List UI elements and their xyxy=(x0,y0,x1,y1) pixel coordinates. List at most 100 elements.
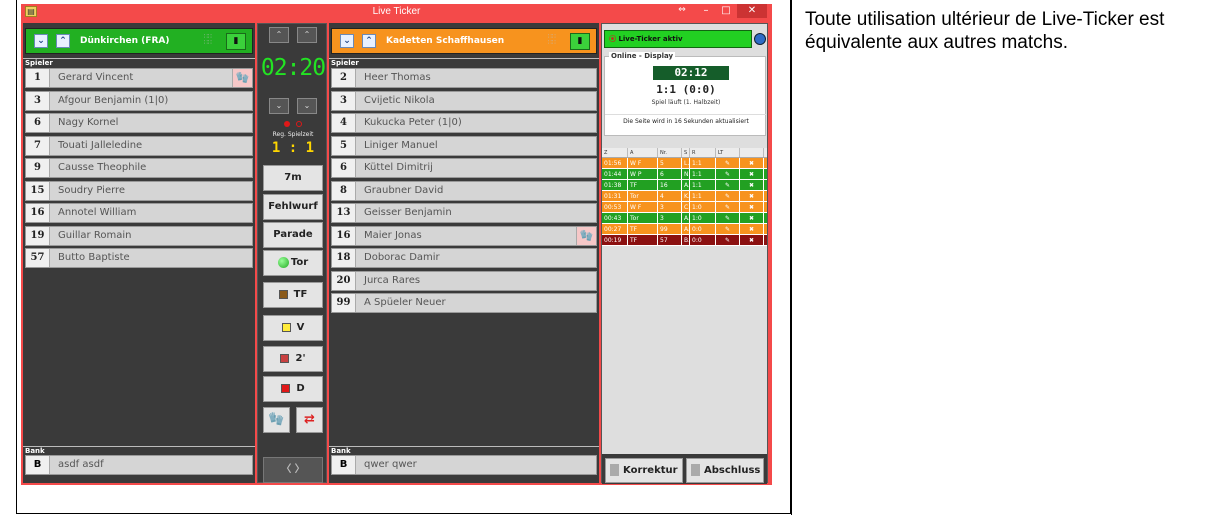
player-row[interactable]: 1 Gerard Vincent 🧤 xyxy=(25,68,253,88)
publish-icon[interactable]: ✎ xyxy=(716,169,740,179)
bank-section-label: Bank xyxy=(23,446,255,455)
collapse-icon[interactable]: ⌄ xyxy=(34,34,48,48)
globe-icon[interactable] xyxy=(754,33,766,45)
publish-icon[interactable]: ✎ xyxy=(716,180,740,190)
goalkeeper-icon[interactable]: 🧤 xyxy=(576,226,596,245)
maximize-button[interactable]: □ xyxy=(717,4,735,18)
event-row[interactable]: 00:53 W F 3 C. 1:0 ✎ ✖ xyxy=(602,202,767,213)
d-label: D xyxy=(296,383,305,394)
time-down-icon[interactable]: ⌄ xyxy=(269,98,289,114)
publish-icon[interactable]: ✎ xyxy=(716,158,740,168)
player-row[interactable]: 3 Cvijetic Nikola xyxy=(331,90,597,111)
online-display-label: Online - Display xyxy=(609,52,676,60)
warning-button[interactable]: V xyxy=(263,315,323,341)
player-row[interactable]: 57 Butto Baptiste xyxy=(25,248,253,268)
player-name: Soudry Pierre xyxy=(58,184,126,196)
two-minutes-button[interactable]: 2' xyxy=(263,346,323,372)
delete-icon[interactable]: ✖ xyxy=(740,180,764,190)
substitution-button[interactable]: ⇄ xyxy=(296,407,323,433)
minimize-button[interactable]: – xyxy=(697,4,715,18)
event-row[interactable]: 00:27 TF 99 A. 0:0 ✎ ✖ xyxy=(602,224,767,235)
away-team-header: ⌄ ⌃ Kadetten Schaffhausen ∷∷ ∷∷ ▮ xyxy=(331,28,597,54)
time-up-icon[interactable]: ⌃ xyxy=(269,27,289,43)
bank-row[interactable]: B asdf asdf xyxy=(25,455,253,475)
yellow-card-icon xyxy=(281,322,291,332)
disqualification-button[interactable]: D xyxy=(263,376,323,402)
event-action: W P xyxy=(628,169,658,179)
event-row[interactable]: 01:44 W P 6 N. 1:1 ✎ ✖ xyxy=(602,169,767,180)
delete-icon[interactable]: ✖ xyxy=(740,224,764,234)
event-side: C. xyxy=(684,202,690,212)
col-header: Nr. xyxy=(658,148,682,157)
player-row[interactable]: 5 Liniger Manuel xyxy=(331,135,597,156)
title-bar[interactable]: ▤ Live Ticker ⇔ – □ ✕ xyxy=(21,4,772,20)
close-button[interactable]: ✕ xyxy=(737,4,767,18)
event-row[interactable]: 01:56 W F 5 L. 1:1 ✎ ✖ xyxy=(602,158,767,169)
player-number: 57 xyxy=(26,249,50,267)
delete-icon[interactable]: ✖ xyxy=(740,202,764,212)
publish-icon[interactable]: ✎ xyxy=(716,213,740,223)
player-row[interactable]: 99 A Spüeler Neuer xyxy=(331,293,597,313)
event-row[interactable]: 01:31 Tor 4 K. 1:1 ✎ ✖ xyxy=(602,191,767,202)
delete-icon[interactable]: ✖ xyxy=(740,158,764,168)
time-down-icon[interactable]: ⌄ xyxy=(297,98,317,114)
player-number: 16 xyxy=(332,226,356,245)
expand-icon[interactable]: ⌃ xyxy=(56,34,70,48)
ball-icon xyxy=(277,256,289,268)
korrektur-button[interactable]: Korrektur xyxy=(605,458,683,483)
event-action: TF xyxy=(628,235,658,245)
player-name: Annotel William xyxy=(58,207,137,218)
player-row[interactable]: 20 Jurca Rares xyxy=(331,270,597,291)
publish-icon[interactable]: ✎ xyxy=(716,235,740,245)
resize-icon[interactable]: ⇔ xyxy=(673,4,691,18)
player-row[interactable]: 6 Nagy Kornel xyxy=(25,113,253,133)
bank-name: asdf asdf xyxy=(58,459,104,470)
technical-fault-button[interactable]: TF xyxy=(263,282,323,308)
fehlwurf-button[interactable]: Fehlwurf xyxy=(263,194,323,220)
player-row[interactable]: 6 Küttel Dimitrij xyxy=(331,158,597,178)
delete-icon[interactable]: ✖ xyxy=(740,191,764,201)
collapse-icon[interactable]: ⌄ xyxy=(340,34,354,48)
live-ticker-status[interactable]: ⦿ Live-Ticker aktiv xyxy=(604,30,752,48)
delete-icon[interactable]: ✖ xyxy=(740,235,764,245)
player-row[interactable]: 4 Kukucka Peter (1|0) xyxy=(331,113,597,133)
parade-button[interactable]: Parade xyxy=(263,222,323,248)
bank-row[interactable]: B qwer qwer xyxy=(331,455,597,475)
event-row[interactable]: 01:38 TF 16 A. 1:1 ✎ ✖ xyxy=(602,180,767,191)
team-sheet-icon[interactable]: ▮ xyxy=(226,33,246,50)
goalkeeper-button[interactable]: 🧤 xyxy=(263,407,290,433)
player-row[interactable]: 7 Touati Jalleledine xyxy=(25,135,253,156)
team-sheet-icon[interactable]: ▮ xyxy=(570,33,590,50)
swap-sides-button[interactable]: 〈 〉 xyxy=(263,457,323,483)
tor-button[interactable]: Tor xyxy=(263,250,323,276)
player-row[interactable]: 16 Maier Jonas 🧤 xyxy=(331,225,597,246)
drag-handle-icon[interactable]: ∷∷ ∷∷ xyxy=(204,34,218,48)
player-row[interactable]: 2 Heer Thomas xyxy=(331,68,597,88)
event-row[interactable]: 00:19 TF 57 B. 0:0 ✎ ✖ xyxy=(602,235,767,246)
time-up-icon[interactable]: ⌃ xyxy=(297,27,317,43)
publish-icon[interactable]: ✎ xyxy=(716,224,740,234)
publish-icon[interactable]: ✎ xyxy=(716,202,740,212)
seven-meter-button[interactable]: 7m xyxy=(263,165,323,191)
player-row[interactable]: 9 Causse Theophile xyxy=(25,158,253,178)
two-label: 2' xyxy=(295,353,306,364)
delete-icon[interactable]: ✖ xyxy=(740,213,764,223)
player-row[interactable]: 15 Soudry Pierre xyxy=(25,180,253,201)
player-row[interactable]: 16 Annotel William xyxy=(25,203,253,223)
expand-icon[interactable]: ⌃ xyxy=(362,34,376,48)
player-name: Geisser Benjamin xyxy=(364,207,452,218)
player-row[interactable]: 8 Graubner David xyxy=(331,180,597,201)
player-row[interactable]: 18 Doborac Damir xyxy=(331,248,597,268)
player-row[interactable]: 3 Afgour Benjamin (1|0) xyxy=(25,90,253,111)
event-row[interactable]: 00:43 Tor 3 A. 1:0 ✎ ✖ xyxy=(602,213,767,224)
event-action: Tor xyxy=(628,213,658,223)
drag-handle-icon[interactable]: ∷∷ ∷∷ xyxy=(548,34,562,48)
red-card-icon xyxy=(281,383,291,393)
player-number: 19 xyxy=(26,226,50,245)
player-row[interactable]: 19 Guillar Romain xyxy=(25,225,253,246)
player-row[interactable]: 13 Geisser Benjamin xyxy=(331,203,597,223)
delete-icon[interactable]: ✖ xyxy=(740,169,764,179)
goalkeeper-icon[interactable]: 🧤 xyxy=(232,69,252,87)
abschluss-button[interactable]: Abschluss xyxy=(686,458,764,483)
publish-icon[interactable]: ✎ xyxy=(716,191,740,201)
